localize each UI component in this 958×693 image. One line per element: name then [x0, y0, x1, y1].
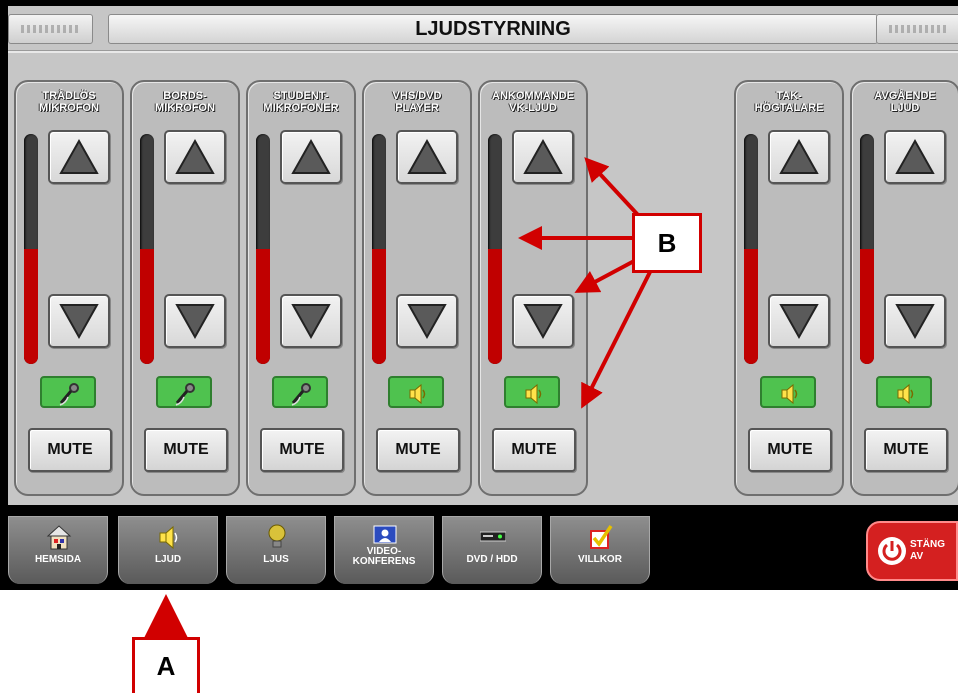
- arrow-to-volume-down: [574, 258, 637, 293]
- callout-a: A: [132, 637, 200, 693]
- arrow-to-mute: [581, 271, 652, 409]
- arrow-to-volume-up: [584, 157, 640, 217]
- callout-b: B: [632, 213, 702, 273]
- annotation-arrows: [142, 157, 652, 642]
